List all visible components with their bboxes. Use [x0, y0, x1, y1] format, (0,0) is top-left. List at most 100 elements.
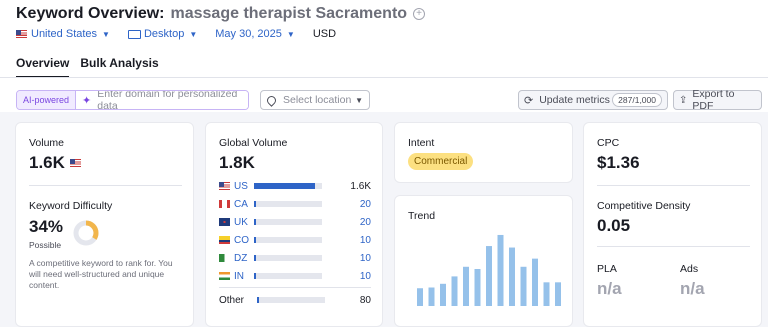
trend-bar [486, 246, 492, 306]
competitive-density-label: Competitive Density [597, 200, 691, 212]
ads-label: Ads [680, 263, 699, 275]
export-pdf-button[interactable]: ⇪ Export to PDF [673, 88, 762, 112]
us-flag-icon [69, 159, 81, 167]
volume-divider [29, 185, 182, 186]
domain-input[interactable]: ✦ Enter domain for personalized data [76, 90, 249, 110]
country-volume-bar-fill [254, 273, 256, 279]
country-volume-bar-fill [254, 255, 256, 261]
volume-value: 1.6K [29, 153, 65, 172]
country-volume-value[interactable]: 10 [360, 271, 371, 282]
trend-bar [451, 276, 458, 306]
pla-label: PLA [597, 263, 617, 275]
ai-powered-badge: AI-powered [17, 91, 77, 109]
country-code[interactable]: IN [234, 271, 254, 282]
chevron-down-icon: ▼ [355, 95, 363, 105]
cpc-label: CPC [597, 137, 620, 149]
date-filter-label: May 30, 2025 [215, 28, 282, 40]
filter-bar: United States ▼ Desktop ▼ May 30, 2025 ▼… [16, 26, 336, 42]
intent-card: Intent Commercial [394, 122, 573, 183]
chevron-down-icon: ▼ [286, 29, 295, 39]
other-volume-bar [257, 297, 325, 303]
ads-value: n/a [680, 279, 705, 298]
keyword-difficulty-ring [73, 220, 99, 246]
intent-label: Intent [408, 137, 435, 149]
tab-bulk-analysis[interactable]: Bulk Analysis [80, 56, 158, 78]
global-volume-label: Global Volume [219, 137, 288, 149]
us-flag-icon [219, 182, 230, 190]
country-volume-value: 1.6K [350, 180, 371, 192]
in-flag-icon [219, 272, 230, 280]
page-title-row: Keyword Overview: massage therapist Sacr… [16, 4, 426, 24]
ai-domain-group: AI-powered ✦ Enter domain for personaliz… [16, 90, 250, 110]
trend-card: Trend [394, 195, 573, 327]
keyword-difficulty-description: A competitive keyword to rank for. You w… [29, 258, 173, 290]
update-counter-badge: 287/1,000 [612, 93, 662, 107]
location-select[interactable]: Select location ▼ [260, 90, 370, 110]
tab-bar: Overview Bulk Analysis [16, 56, 170, 78]
country-volume-bar [254, 219, 322, 225]
country-volume-value[interactable]: 10 [360, 253, 371, 264]
update-metrics-button[interactable]: ⟳ Update metrics 287/1,000 [518, 90, 668, 110]
ca-flag-icon [219, 200, 230, 208]
country-row-ca: CA 20 [219, 198, 371, 210]
other-countries-label: Other [219, 295, 245, 306]
country-volume-bar-fill [254, 237, 256, 243]
pla-value: n/a [597, 279, 622, 298]
country-code[interactable]: CA [234, 199, 254, 210]
trend-bar [417, 288, 423, 306]
global-volume-value: 1.8K [219, 153, 255, 172]
cpc-card: CPC $1.36 Competitive Density 0.05 PLA n… [583, 122, 762, 327]
trend-bar [463, 266, 469, 306]
global-volume-card: Global Volume 1.8K US 1.6K CA 20 UK 20 C… [205, 122, 383, 327]
cpc-value: $1.36 [597, 153, 640, 172]
domain-input-placeholder: Enter domain for personalized data [97, 90, 238, 110]
location-pin-icon [265, 93, 278, 107]
cpc-divider [597, 185, 750, 186]
us-flag-icon [16, 30, 27, 38]
country-code[interactable]: CO [234, 235, 254, 246]
trend-bar [555, 282, 561, 306]
country-row-uk: UK 20 [219, 216, 371, 228]
country-volume-bar-fill [254, 201, 256, 207]
device-filter[interactable]: Desktop ▼ [127, 28, 198, 40]
currency-label: USD [312, 28, 337, 40]
other-volume-bar-fill [257, 297, 259, 303]
sparkle-icon: ✦ [82, 94, 92, 107]
country-row-in: IN 10 [219, 270, 371, 282]
country-volume-value[interactable]: 10 [360, 235, 371, 246]
other-countries-value: 80 [359, 295, 371, 306]
refresh-icon: ⟳ [524, 94, 534, 107]
trend-bar [474, 269, 481, 306]
add-to-list-icon[interactable]: + [413, 8, 426, 20]
location-placeholder: Select location [283, 94, 352, 106]
keyword-difficulty-value: 34% [29, 217, 64, 236]
trend-bar [509, 247, 515, 306]
keyword-difficulty-level: Possible [29, 240, 62, 250]
country-filter-label: United States [31, 28, 98, 40]
country-row-us: US 1.6K [219, 180, 371, 192]
country-code[interactable]: US [234, 181, 254, 192]
country-volume-value[interactable]: 20 [360, 217, 371, 228]
date-filter[interactable]: May 30, 2025 ▼ [215, 28, 295, 40]
global-divider [219, 287, 371, 288]
country-filter[interactable]: United States ▼ [16, 28, 110, 40]
country-volume-bar [254, 273, 322, 279]
trend-bar [428, 287, 435, 306]
chevron-down-icon: ▼ [189, 29, 198, 39]
country-volume-bar-fill [254, 219, 256, 225]
country-row-dz: DZ 10 [219, 252, 371, 264]
country-volume-bar [254, 255, 322, 261]
page-title: Keyword Overview: [16, 5, 165, 22]
competitive-density-value: 0.05 [597, 216, 631, 235]
update-metrics-label: Update metrics [539, 94, 610, 106]
country-code[interactable]: DZ [234, 253, 254, 264]
keyword-title: massage therapist Sacramento [170, 5, 408, 22]
country-code[interactable]: UK [234, 217, 254, 228]
country-volume-value[interactable]: 20 [360, 199, 371, 210]
tab-overview[interactable]: Overview [16, 56, 70, 78]
volume-label: Volume [29, 137, 65, 149]
trend-bar [532, 258, 538, 306]
dz-flag-icon [219, 254, 230, 262]
trend-bar [440, 283, 446, 306]
density-divider [597, 246, 750, 247]
